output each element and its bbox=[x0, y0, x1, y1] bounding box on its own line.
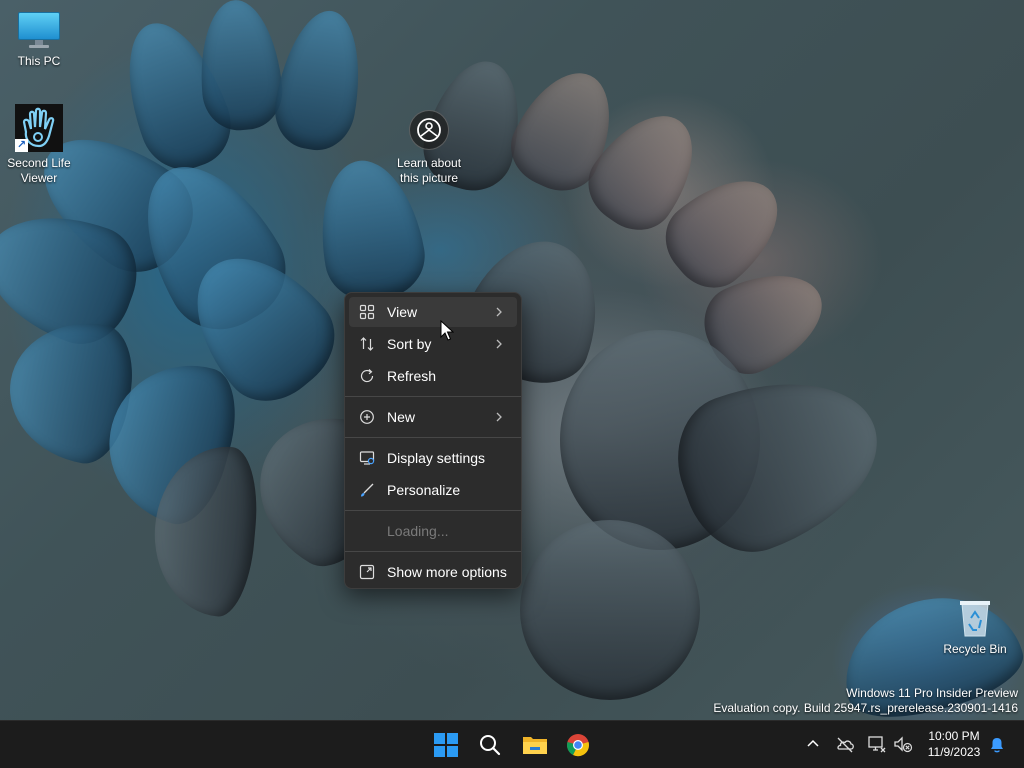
menu-item-label: Show more options bbox=[387, 564, 507, 580]
onedrive-cloud-icon[interactable] bbox=[834, 733, 856, 755]
menu-item-label: View bbox=[387, 304, 418, 320]
file-explorer-button[interactable] bbox=[516, 727, 552, 763]
menu-item-show-more-options[interactable]: Show more options bbox=[349, 557, 517, 587]
sort-icon bbox=[360, 337, 374, 351]
network-icon[interactable] bbox=[866, 733, 888, 755]
menu-item-view[interactable]: View bbox=[349, 297, 517, 327]
taskbar-clock[interactable]: 10:00 PM 11/9/2023 bbox=[918, 728, 990, 760]
search-icon bbox=[480, 735, 501, 756]
windows-watermark: Windows 11 Pro Insider Preview Evaluatio… bbox=[713, 686, 1018, 716]
expand-icon bbox=[359, 564, 375, 580]
clock-date: 11/9/2023 bbox=[927, 745, 981, 759]
chevron-right-icon bbox=[496, 307, 502, 317]
menu-item-label: Refresh bbox=[387, 368, 437, 384]
chrome-button[interactable] bbox=[560, 727, 596, 763]
desktop-icon-label: Recycle Bin bbox=[943, 642, 1007, 656]
volume-muted-icon[interactable] bbox=[892, 733, 914, 755]
menu-separator bbox=[345, 510, 521, 511]
menu-item-label: Sort by bbox=[387, 336, 432, 352]
menu-item-label: Display settings bbox=[387, 450, 486, 466]
grid-icon bbox=[359, 304, 375, 320]
menu-item-new[interactable]: New bbox=[349, 402, 517, 432]
chrome-icon bbox=[567, 734, 589, 757]
clock-time: 10:00 PM bbox=[928, 729, 980, 743]
menu-separator bbox=[345, 551, 521, 552]
chevron-right-icon bbox=[496, 339, 502, 349]
recycle-bin-icon bbox=[957, 598, 993, 638]
menu-item-label: Loading... bbox=[387, 523, 449, 539]
shortcut-arrow-icon: ↗ bbox=[15, 139, 28, 152]
watermark-line-2: Evaluation copy. Build 25947.rs_prerelea… bbox=[713, 701, 1018, 715]
desktop-icon-second-life-viewer[interactable]: ↗ Second Life Viewer bbox=[0, 104, 78, 186]
watermark-line-1: Windows 11 Pro Insider Preview bbox=[846, 686, 1018, 700]
notification-bell-icon[interactable] bbox=[986, 733, 1008, 755]
desktop-icon-this-pc[interactable]: This PC bbox=[0, 10, 78, 69]
desktop-icon-label: Learn about this picture bbox=[396, 156, 462, 185]
desktop-icon-label: Second Life Viewer bbox=[7, 156, 71, 185]
chevron-right-icon bbox=[496, 412, 502, 422]
desktop-icon-learn-about-picture[interactable]: Learn about this picture bbox=[390, 110, 468, 186]
monitor-icon bbox=[18, 10, 60, 50]
file-explorer-icon bbox=[523, 737, 547, 754]
menu-item-label: New bbox=[387, 409, 416, 425]
search-button[interactable] bbox=[472, 727, 508, 763]
desktop-icon-label: This PC bbox=[17, 54, 61, 68]
menu-item-sort-by[interactable]: Sort by bbox=[349, 329, 517, 359]
menu-item-personalize[interactable]: Personalize bbox=[349, 475, 517, 505]
menu-separator bbox=[345, 396, 521, 397]
desktop-context-menu: View Sort by Refresh New Display setting… bbox=[344, 292, 522, 589]
start-icon bbox=[434, 733, 458, 757]
start-button[interactable] bbox=[428, 727, 464, 763]
desktop-icon-recycle-bin[interactable]: Recycle Bin bbox=[936, 598, 1014, 657]
mouse-cursor-icon bbox=[440, 320, 454, 341]
brush-icon bbox=[361, 483, 374, 497]
menu-item-loading: Loading... bbox=[349, 516, 517, 546]
chevron-up-icon[interactable] bbox=[802, 733, 824, 755]
camera-info-icon bbox=[409, 110, 449, 150]
second-life-hand-icon: ↗ bbox=[15, 104, 63, 152]
menu-item-display-settings[interactable]: Display settings bbox=[349, 443, 517, 473]
display-icon bbox=[359, 451, 375, 465]
menu-separator bbox=[345, 437, 521, 438]
plus-circle-icon bbox=[360, 410, 374, 424]
menu-item-label: Personalize bbox=[387, 482, 461, 498]
menu-item-refresh[interactable]: Refresh bbox=[349, 361, 517, 391]
refresh-icon bbox=[360, 369, 374, 383]
taskbar: 10:00 PM 11/9/2023 bbox=[0, 720, 1024, 768]
